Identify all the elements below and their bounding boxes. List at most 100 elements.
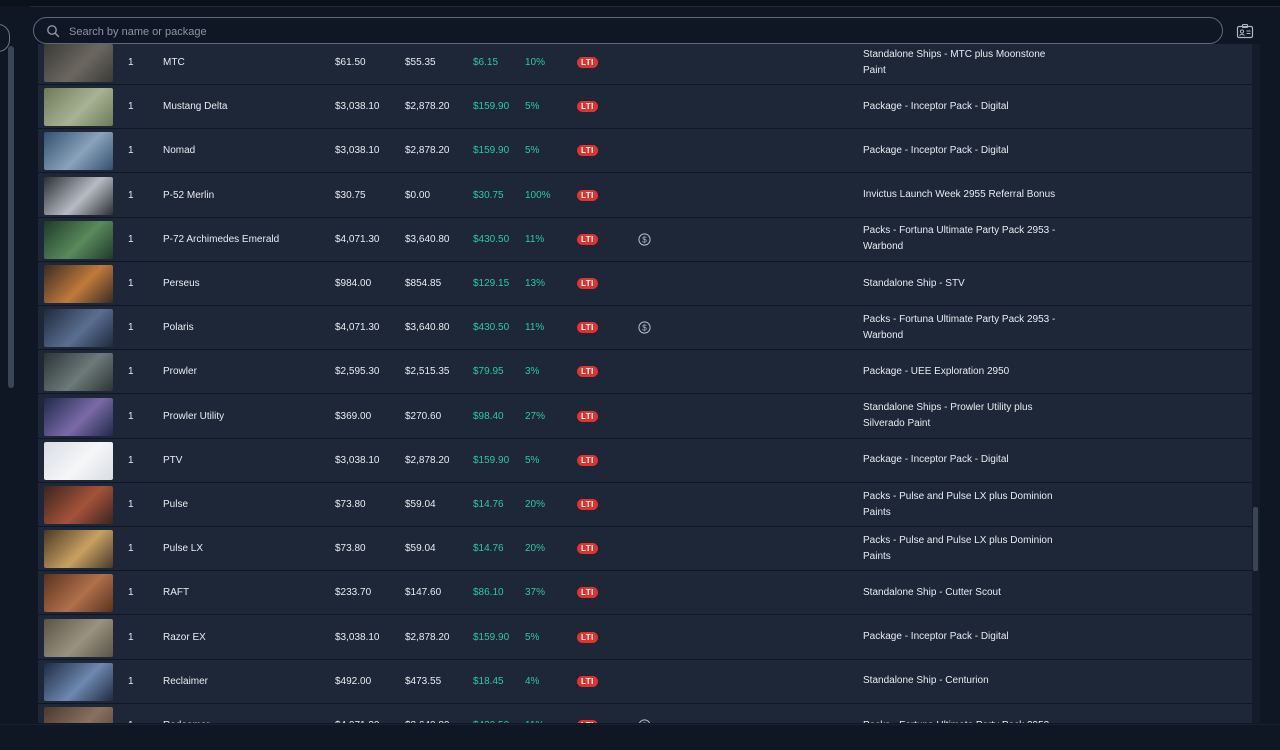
difference-cell: $6.15 — [473, 57, 499, 68]
table-row[interactable]: 1 RAFT $233.70 $147.60 $86.10 37% LTI Standalon… — [38, 571, 1252, 616]
lti-badge: LTI — [577, 322, 598, 334]
ship-name-cell: PTV — [163, 454, 183, 466]
id-card-icon[interactable] — [1236, 23, 1254, 39]
ship-thumbnail — [44, 441, 113, 480]
difference-cell: $430.50 — [473, 322, 510, 334]
table-row[interactable]: 1 P-52 Merlin $30.75 $0.00 $30.75 100% LTI Invi… — [38, 173, 1252, 218]
table-row[interactable]: 1 Razor EX $3,038.10 $2,878.20 $159.90 5% LTI P… — [38, 615, 1252, 660]
package-cell: Standalone Ship - Centurion — [863, 660, 1063, 703]
package-label: Standalone Ship - Centurion — [863, 675, 989, 687]
price-cell: $492.00 — [335, 675, 372, 687]
package-label: Packs - Pulse and Pulse LX plus Dominion… — [863, 534, 1053, 562]
ship-name-cell: Mustang Delta — [163, 101, 228, 113]
difference-cell: $86.10 — [473, 587, 504, 599]
ship-thumbnail — [44, 530, 113, 569]
lti-badge: LTI — [577, 57, 598, 68]
price-cell: $73.80 — [335, 543, 366, 555]
melt-value-cell: $59.04 — [405, 543, 436, 555]
package-label: Invictus Launch Week 2955 Referral Bonus — [863, 189, 1056, 201]
melt-value-cell: $3,640.80 — [405, 704, 450, 723]
difference-cell: $159.90 — [473, 101, 510, 113]
table-row[interactable]: 1 Prowler Utility $369.00 $270.60 $98.40 27% L… — [38, 394, 1252, 439]
price-cell: $30.75 — [335, 189, 366, 201]
difference-cell: $430.50 — [473, 233, 510, 245]
left-rail — [0, 6, 30, 749]
lti-badge: LTI — [577, 675, 598, 687]
difference-cell: $129.15 — [473, 278, 510, 289]
ship-name-cell: Nomad — [163, 145, 196, 157]
table-scrollbar-thumb[interactable] — [1253, 507, 1258, 571]
table-row[interactable]: 1 P-72 Archimedes Emerald $4,071.30 $3,640.… — [38, 217, 1252, 262]
ship-name-cell: Reclaimer — [163, 675, 209, 687]
table-row[interactable]: 1 Mustang Delta $3,038.10 $2,878.20 $159.90 5… — [38, 85, 1252, 130]
package-cell: Package - Inceptor Pack - Digital — [863, 439, 1063, 482]
ship-name-cell: Prowler — [163, 366, 197, 378]
lti-badge: LTI — [577, 233, 598, 245]
ship-name-cell: MTC — [163, 57, 185, 68]
package-cell: Invictus Launch Week 2955 Referral Bonus — [863, 174, 1063, 217]
quantity-cell: 1 — [128, 410, 134, 422]
ship-name-cell: Prowler Utility — [163, 410, 225, 422]
lti-badge: LTI — [577, 587, 598, 599]
ship-thumbnail — [44, 44, 113, 82]
table-scrollbar-track[interactable] — [1252, 44, 1260, 723]
quantity-cell: 1 — [128, 101, 134, 113]
package-cell: Standalone Ship - STV — [863, 262, 1063, 305]
percent-cell: 20% — [525, 543, 546, 555]
ship-thumbnail — [44, 618, 113, 657]
dollar-coin-icon: $ — [638, 233, 651, 246]
table-row[interactable]: 1 Nomad $3,038.10 $2,878.20 $159.90 5% LTI Pack… — [38, 129, 1252, 174]
package-label: Package - Inceptor Pack - Digital — [863, 631, 1009, 643]
ship-thumbnail — [44, 88, 113, 127]
quantity-cell: 1 — [128, 454, 134, 466]
price-cell: $3,038.10 — [335, 631, 380, 643]
percent-cell: 11% — [525, 322, 545, 334]
percent-cell: 27% — [525, 410, 546, 422]
percent-cell: 20% — [525, 499, 546, 510]
difference-cell: $14.76 — [473, 543, 504, 555]
table-row[interactable]: 1 Pulse LX $73.80 $59.04 $14.76 20% LTI Packs -… — [38, 527, 1252, 572]
package-cell: Standalone Ships - Prowler Utility plus … — [863, 395, 1063, 438]
quantity-cell: 1 — [128, 322, 134, 334]
price-cell: $2,595.30 — [335, 366, 380, 378]
package-label: Package - Inceptor Pack - Digital — [863, 454, 1009, 466]
ship-name-cell: RAFT — [163, 587, 190, 599]
package-cell: Packs - Fortuna Ultimate Party Pack 2953… — [863, 218, 1063, 261]
package-label: Package - Inceptor Pack - Digital — [863, 100, 1009, 112]
melt-value-cell: $3,640.80 — [405, 233, 450, 245]
ship-name-cell: Polaris — [163, 322, 194, 334]
top-divider — [0, 0, 1280, 7]
price-cell: $984.00 — [335, 278, 372, 289]
percent-cell: 37% — [525, 587, 546, 599]
package-cell: Packs - Pulse and Pulse LX plus Dominion… — [863, 527, 1063, 570]
table-row[interactable]: 1 Redeemer $4,071.30 $3,640.80 $430.50 11% LTI… — [38, 704, 1252, 723]
lti-badge: LTI — [577, 366, 598, 378]
package-label: Standalone Ship - STV — [863, 277, 965, 289]
melt-value-cell: $2,878.20 — [405, 631, 450, 643]
lti-badge: LTI — [577, 410, 598, 422]
difference-cell: $159.90 — [473, 454, 510, 466]
percent-cell: 100% — [525, 189, 551, 201]
ship-name-cell: Pulse — [163, 499, 189, 510]
melt-value-cell: $2,878.20 — [405, 454, 450, 466]
package-label: Packs - Fortuna Ultimate Party Pack 2953… — [863, 313, 1056, 341]
table-row[interactable]: 1 Prowler $2,595.30 $2,515.35 $79.95 3% LTI Pac… — [38, 350, 1252, 395]
table-row[interactable]: 1 Perseus $984.00 $854.85 $129.15 13% LTI Stand… — [38, 262, 1252, 306]
table-row[interactable]: 1 PTV $3,038.10 $2,878.20 $159.90 5% LTI Packag… — [38, 438, 1252, 483]
table-row[interactable]: 1 Polaris $4,071.30 $3,640.80 $430.50 11% LTI $… — [38, 306, 1252, 351]
table-row[interactable]: 1 Pulse $73.80 $59.04 $14.76 20% LTI Packs - Pu… — [38, 483, 1252, 527]
table-row[interactable]: 1 Reclaimer $492.00 $473.55 $18.45 4% LTI Stand… — [38, 659, 1252, 704]
package-label: Packs - Fortuna Ultimate Party Pack 2953… — [863, 225, 1056, 253]
ship-thumbnail — [44, 397, 113, 436]
package-cell: Package - Inceptor Pack - Digital — [863, 129, 1063, 172]
bottom-bar — [0, 724, 1280, 750]
difference-cell: $98.40 — [473, 410, 504, 422]
sidebar-scrollbar[interactable] — [8, 46, 14, 388]
difference-cell: $79.95 — [473, 366, 504, 378]
table-row[interactable]: 1 MTC $61.50 $55.35 $6.15 10% LTI Standalone Sh… — [38, 44, 1252, 85]
package-cell: Standalone Ship - Cutter Scout — [863, 571, 1063, 614]
search-input[interactable] — [67, 20, 1211, 43]
quantity-cell: 1 — [128, 704, 134, 723]
difference-cell: $159.90 — [473, 145, 510, 157]
melt-value-cell: $55.35 — [405, 57, 436, 68]
